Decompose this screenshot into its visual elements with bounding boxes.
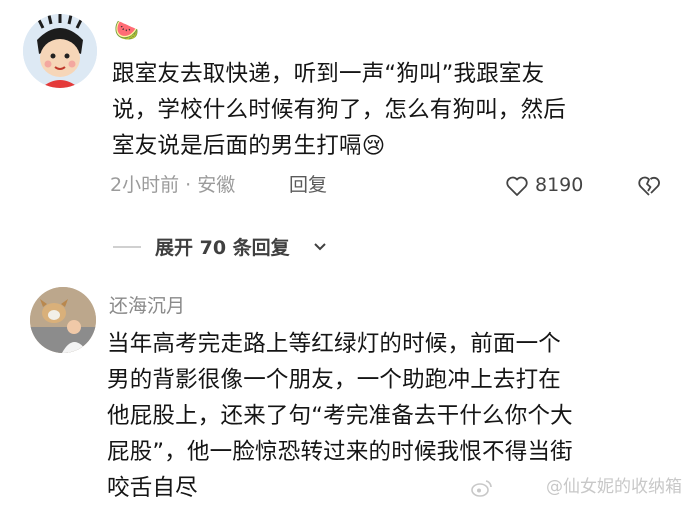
avatar[interactable] bbox=[30, 287, 96, 353]
comment-line: 室友说是后面的男生打嗝😢 bbox=[112, 128, 652, 164]
cartoon-girl-avatar-icon bbox=[23, 14, 97, 88]
chevron-down-icon[interactable] bbox=[313, 240, 327, 254]
reply-button[interactable]: 回复 bbox=[289, 173, 327, 197]
comment-line: 男的背影很像一个朋友，一个助跑冲上去打在 bbox=[107, 367, 562, 393]
expand-divider bbox=[113, 246, 141, 248]
pleading-face-emoji: 😢 bbox=[361, 133, 386, 159]
comment-line: 屁股”，他一脸惊恐转过来的时候我恨不得当街 bbox=[107, 439, 573, 465]
username[interactable]: 还海沉月 bbox=[109, 294, 185, 318]
expand-replies-button[interactable]: 展开 70 条回复 bbox=[155, 236, 290, 260]
avatar[interactable] bbox=[23, 14, 97, 88]
comment-line: 当年高考完走路上等红绿灯的时候，前面一个 bbox=[107, 331, 562, 357]
comment-meta: 2小时前 · 安徽 bbox=[110, 174, 236, 196]
username-emoji[interactable]: 🍉 bbox=[114, 18, 139, 42]
like-count: 8190 bbox=[535, 174, 584, 196]
comment-text: 跟室友去取快递，听到一声“狗叫”我跟室友 说，学校什么时候有狗了，怎么有狗叫，然… bbox=[112, 56, 652, 164]
comment-line: 他屁股上，还来了句“考完准备去干什么你个大 bbox=[107, 403, 573, 429]
comment-line: 跟室友去取快递，听到一声“狗叫”我跟室友 bbox=[112, 61, 545, 87]
photo-avatar-icon bbox=[30, 287, 96, 353]
watermark: @仙女妮的收纳箱 bbox=[546, 477, 682, 497]
comment-line: 说，学校什么时候有狗了，怎么有狗叫，然后 bbox=[112, 97, 567, 123]
comment-line-text: 室友说是后面的男生打嗝 bbox=[112, 133, 362, 159]
heart-outline-icon[interactable] bbox=[505, 175, 529, 197]
broken-heart-icon[interactable] bbox=[637, 175, 661, 197]
weibo-icon bbox=[471, 480, 492, 497]
watermelon-icon: 🍉 bbox=[114, 18, 139, 42]
